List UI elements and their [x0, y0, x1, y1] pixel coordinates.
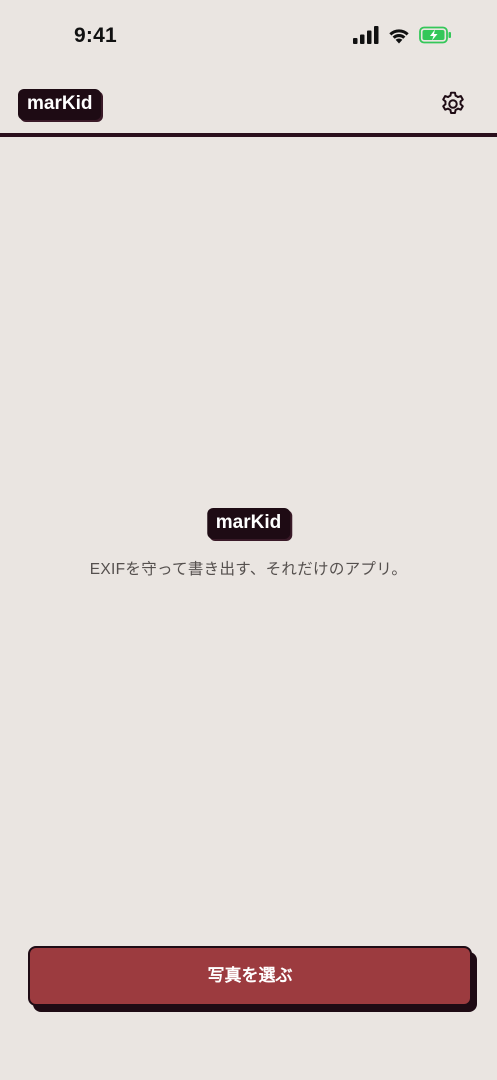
tagline: EXIFを守って書き出す、それだけのアプリ。 [89, 561, 408, 578]
choose-photo-button[interactable]: 写真を選ぶ [28, 946, 472, 1006]
header-logo: marKid [18, 89, 102, 120]
status-icons [353, 26, 453, 49]
status-time: 9:41 [74, 24, 117, 47]
wifi-icon [387, 26, 411, 49]
settings-button[interactable] [439, 90, 467, 118]
app-header: marKid [0, 74, 497, 133]
cellular-signal-icon [353, 26, 379, 49]
status-bar: 9:41 [0, 0, 497, 74]
gear-icon [439, 91, 467, 122]
battery-charging-icon [419, 26, 453, 49]
header-divider [0, 133, 497, 137]
center-logo: marKid [206, 508, 291, 539]
